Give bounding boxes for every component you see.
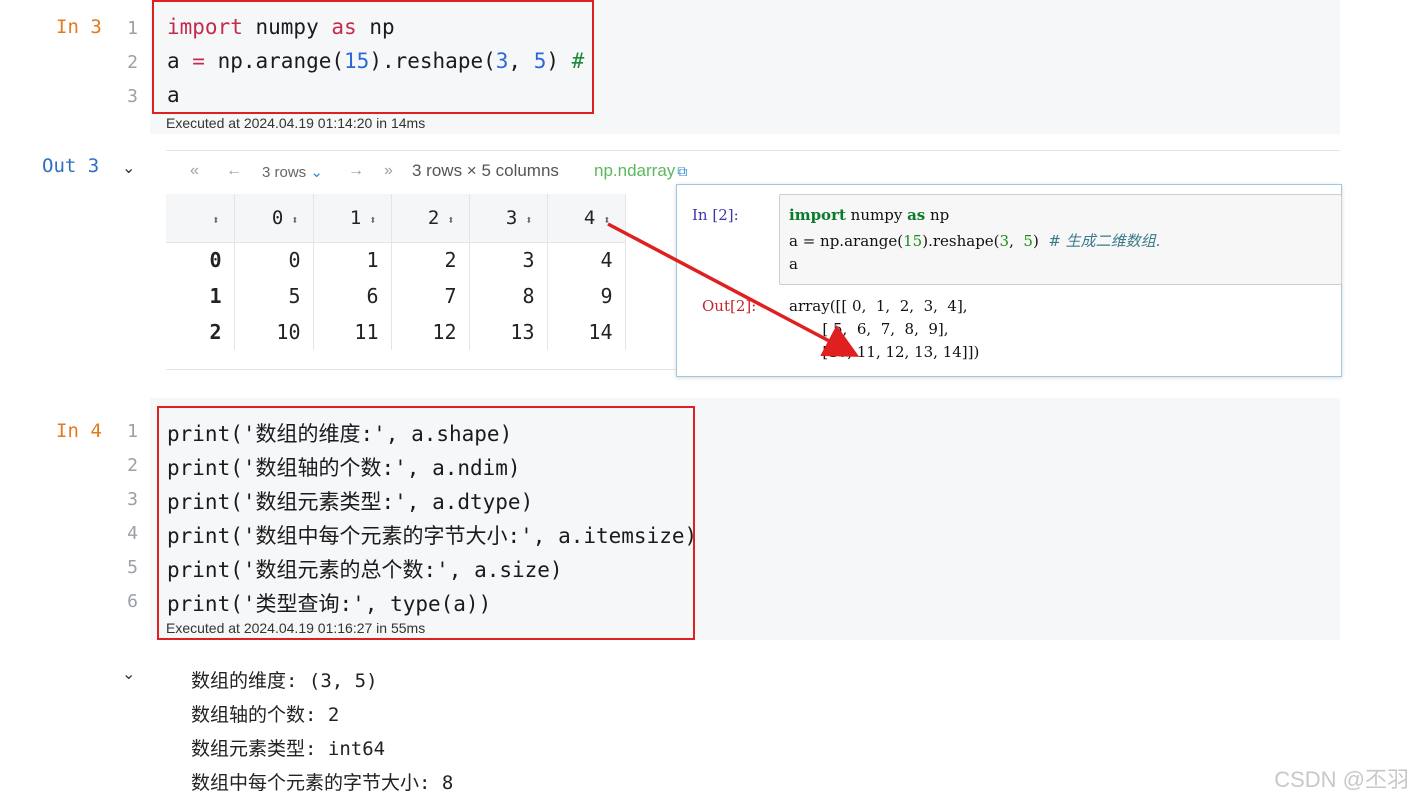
output-line: 数组轴的个数: 2	[191, 704, 340, 726]
collapse-chevron-icon[interactable]: ⌄	[122, 664, 135, 683]
cell-4-in-label: In 4	[56, 420, 102, 442]
output-line: 数组的维度: (3, 5)	[191, 670, 378, 692]
line-number: 1	[127, 421, 138, 442]
line-number: 3	[127, 489, 138, 510]
line-number: 2	[127, 455, 138, 476]
line-number: 6	[127, 591, 138, 612]
output-line: 数组元素类型: int64	[191, 738, 386, 760]
line-number: 5	[127, 557, 138, 578]
output-line: 数组中每个元素的字节大小: 8	[191, 772, 454, 794]
annotation-box	[157, 406, 695, 640]
line-number: 4	[127, 523, 138, 544]
watermark: CSDN @丕羽	[1274, 767, 1409, 792]
